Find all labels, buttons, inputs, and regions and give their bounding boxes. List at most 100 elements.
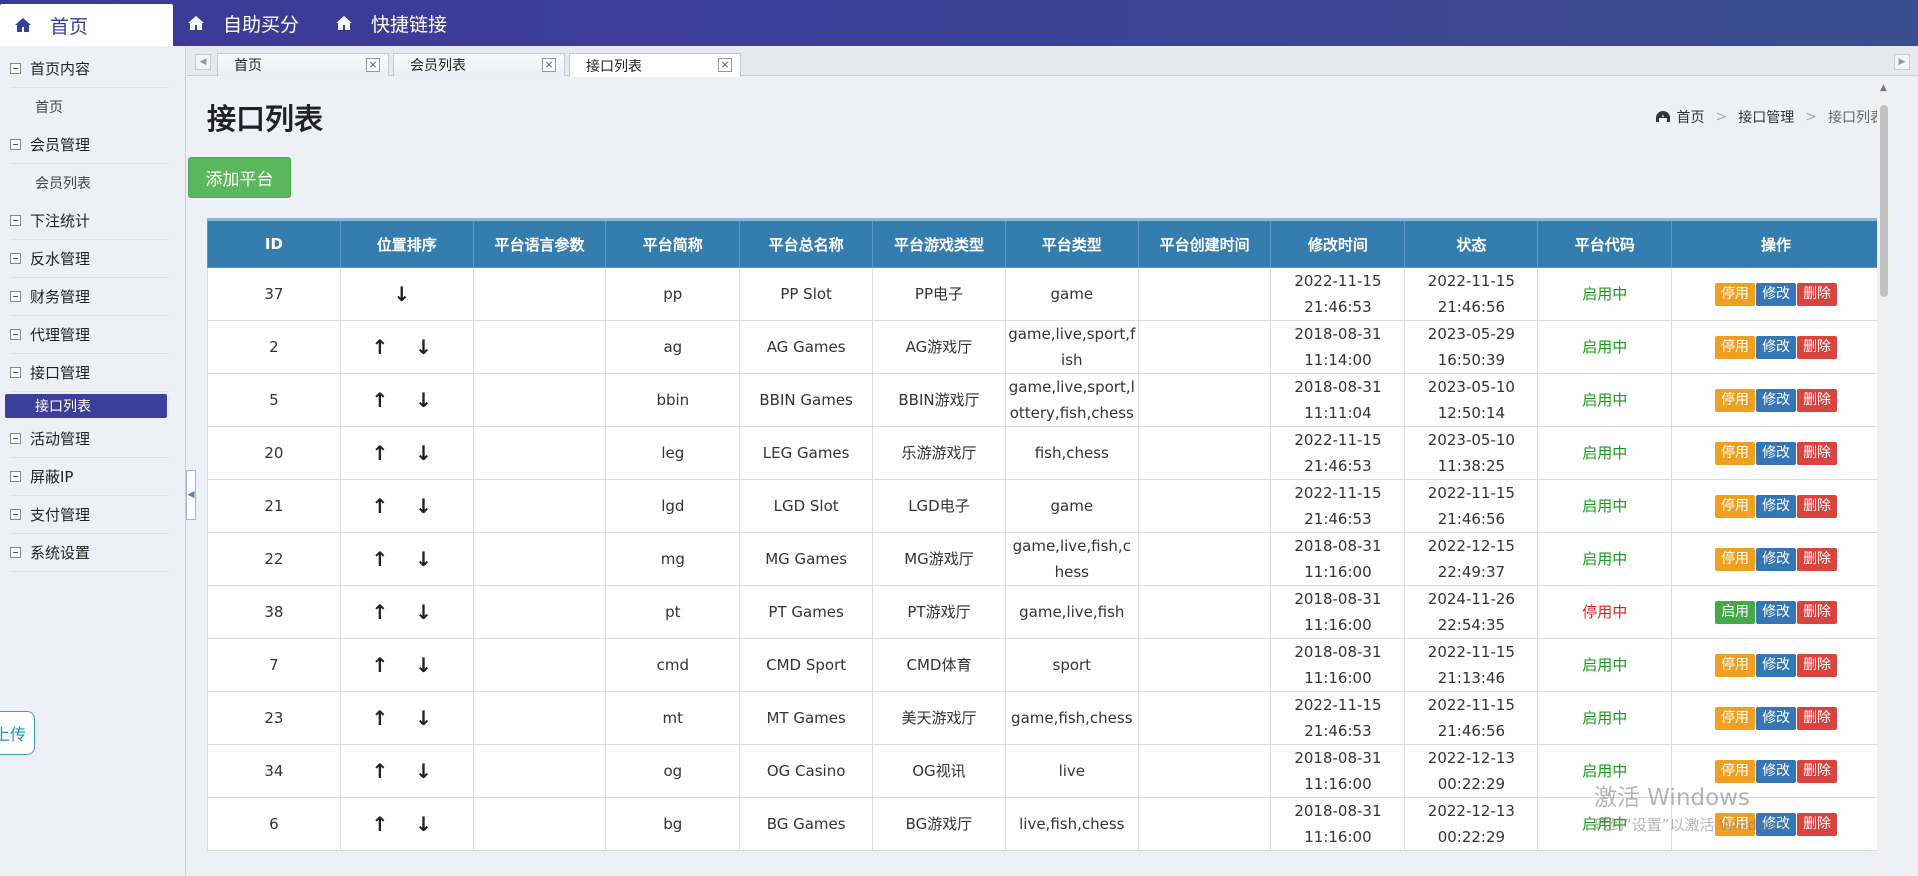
edit-button[interactable]: 修改 [1756, 494, 1797, 518]
table-row: 38 ↑ ↓ pt PT Games PT游戏厅 game,live,fish 2018-0… [207, 585, 1881, 639]
cell-status: 2023-05-10 11:38:25 [1404, 426, 1539, 480]
cell-ops: 停用 修改 删除 [1671, 267, 1881, 321]
disable-button[interactable]: 停用 [1715, 547, 1756, 571]
sidebar-group-header[interactable]: 系统设置 [10, 534, 169, 572]
edit-button[interactable]: 修改 [1756, 282, 1797, 306]
edit-button[interactable]: 修改 [1756, 600, 1797, 624]
disable-button[interactable]: 停用 [1715, 335, 1756, 359]
column-header: 平台总名称 [739, 218, 874, 268]
cell-sort[interactable]: ↑ ↓ [339, 797, 474, 851]
delete-button[interactable]: 删除 [1797, 547, 1838, 571]
sidebar-group-header[interactable]: 反水管理 [10, 240, 169, 278]
cell-status: 2022-12-15 22:49:37 [1404, 532, 1539, 586]
delete-button[interactable]: 删除 [1797, 759, 1838, 783]
sidebar-group: 接口管理 接口列表 [0, 354, 185, 418]
delete-button[interactable]: 删除 [1797, 653, 1838, 677]
edit-button[interactable]: 修改 [1756, 441, 1797, 465]
scrollbar-thumb[interactable] [1880, 105, 1888, 297]
cell-lang [472, 267, 607, 321]
delete-button[interactable]: 删除 [1797, 388, 1838, 412]
top-nav-item[interactable]: 自助买分 [173, 0, 321, 46]
sidebar-group-header[interactable]: 财务管理 [10, 278, 169, 316]
close-icon[interactable]: × [366, 58, 380, 72]
sidebar-group-header[interactable]: 活动管理 [10, 420, 169, 458]
edit-button[interactable]: 修改 [1756, 653, 1797, 677]
sidebar-group-header[interactable]: 会员管理 [10, 126, 169, 164]
disable-button[interactable]: 停用 [1715, 706, 1756, 730]
cell-created [1137, 744, 1272, 798]
breadcrumb-api-manage[interactable]: 接口管理 [1738, 107, 1794, 127]
delete-button[interactable]: 删除 [1797, 706, 1838, 730]
sidebar-group-header[interactable]: 接口管理 [10, 354, 169, 392]
delete-button[interactable]: 删除 [1797, 282, 1838, 306]
disable-button[interactable]: 停用 [1715, 282, 1756, 306]
sidebar-group-header[interactable]: 屏蔽IP [10, 458, 169, 496]
cell-sort[interactable]: ↑ ↓ [339, 532, 474, 586]
cell-sort[interactable]: ↑ ↓ [339, 426, 474, 480]
cell-ptype: game [1004, 479, 1139, 533]
delete-button[interactable]: 删除 [1797, 335, 1838, 359]
tab[interactable]: 会员列表 × [393, 53, 565, 76]
delete-button[interactable]: 删除 [1797, 812, 1838, 836]
close-icon[interactable]: × [718, 58, 732, 72]
tab[interactable]: 首页 × [217, 53, 389, 76]
sidebar-group-header[interactable]: 支付管理 [10, 496, 169, 534]
cell-game_type: OG视讯 [872, 744, 1006, 798]
sidebar-group-header[interactable]: 下注统计 [10, 202, 169, 240]
breadcrumb-home[interactable]: 首页 [1677, 107, 1705, 127]
cell-lang [472, 479, 607, 533]
cell-modified: 2018-08-31 11:16:00 [1270, 638, 1406, 692]
edit-button[interactable]: 修改 [1756, 335, 1797, 359]
top-nav-item[interactable]: 首页 [0, 4, 173, 46]
cell-sort[interactable]: ↑ ↓ [339, 373, 474, 427]
vertical-scrollbar[interactable]: ▲ [1877, 77, 1891, 876]
sidebar-item[interactable]: 接口列表 [5, 394, 167, 418]
collapse-minus-icon [10, 253, 21, 264]
close-icon[interactable]: × [542, 58, 556, 72]
tab-scroll-right-icon[interactable]: ▶ [1894, 54, 1910, 70]
sidebar-item[interactable]: 会员列表 [10, 164, 185, 202]
cell-sort[interactable]: ↑ ↓ [339, 585, 474, 639]
scroll-up-icon[interactable]: ▲ [1880, 83, 1887, 93]
sidebar-group-header[interactable]: 首页内容 [10, 50, 169, 88]
cell-game_type: BG游戏厅 [872, 797, 1006, 851]
sidebar-item[interactable]: 首页 [10, 88, 185, 126]
cell-sort[interactable]: ↑ ↓ [339, 691, 474, 745]
breadcrumb: 首页 > 接口管理 > 接口列表 [1655, 107, 1884, 127]
cell-short: cmd [605, 638, 741, 692]
tab-scroll-left-icon[interactable]: ◀ [195, 54, 211, 70]
cell-ops: 停用 修改 删除 [1671, 320, 1881, 374]
delete-button[interactable]: 删除 [1797, 600, 1838, 624]
table-row: 22 ↑ ↓ mg MG Games MG游戏厅 game,live,fish,chess… [207, 532, 1881, 586]
edit-button[interactable]: 修改 [1756, 388, 1797, 412]
edit-button[interactable]: 修改 [1756, 706, 1797, 730]
disable-button[interactable]: 停用 [1715, 494, 1756, 518]
add-platform-button[interactable]: 添加平台 [188, 157, 291, 198]
cell-sort[interactable]: ↑ ↓ [339, 320, 474, 374]
sidebar-group-header[interactable]: 代理管理 [10, 316, 169, 354]
disable-button[interactable]: 停用 [1715, 653, 1756, 677]
dashboard-icon [1655, 111, 1670, 122]
cell-sort[interactable]: ↑ ↓ [339, 744, 474, 798]
cell-status: 2022-11-15 21:46:56 [1404, 479, 1539, 533]
collapse-minus-icon [10, 367, 21, 378]
upload-button[interactable]: 上传 [0, 711, 35, 755]
cell-sort[interactable]: ↑ ↓ [339, 479, 474, 533]
cell-ops: 停用 修改 删除 [1671, 479, 1881, 533]
delete-button[interactable]: 删除 [1797, 494, 1838, 518]
home-icon [187, 15, 205, 31]
cell-sort[interactable]: ↑ ↓ [339, 638, 474, 692]
tab[interactable]: 接口列表 × [569, 53, 741, 77]
edit-button[interactable]: 修改 [1756, 547, 1797, 571]
cell-game_type: 乐游游戏厅 [872, 426, 1006, 480]
top-nav-item[interactable]: 快捷链接 [321, 0, 469, 46]
cell-short: og [605, 744, 741, 798]
disable-button[interactable]: 停用 [1715, 388, 1756, 412]
enable-button[interactable]: 启用 [1715, 600, 1756, 624]
cell-game_type: PT游戏厅 [872, 585, 1006, 639]
cell-sort[interactable]: ↓ [339, 267, 474, 321]
disable-button[interactable]: 停用 [1715, 441, 1756, 465]
delete-button[interactable]: 删除 [1797, 441, 1838, 465]
cell-id: 38 [207, 585, 341, 639]
cell-status: 2022-12-13 00:22:29 [1404, 744, 1539, 798]
